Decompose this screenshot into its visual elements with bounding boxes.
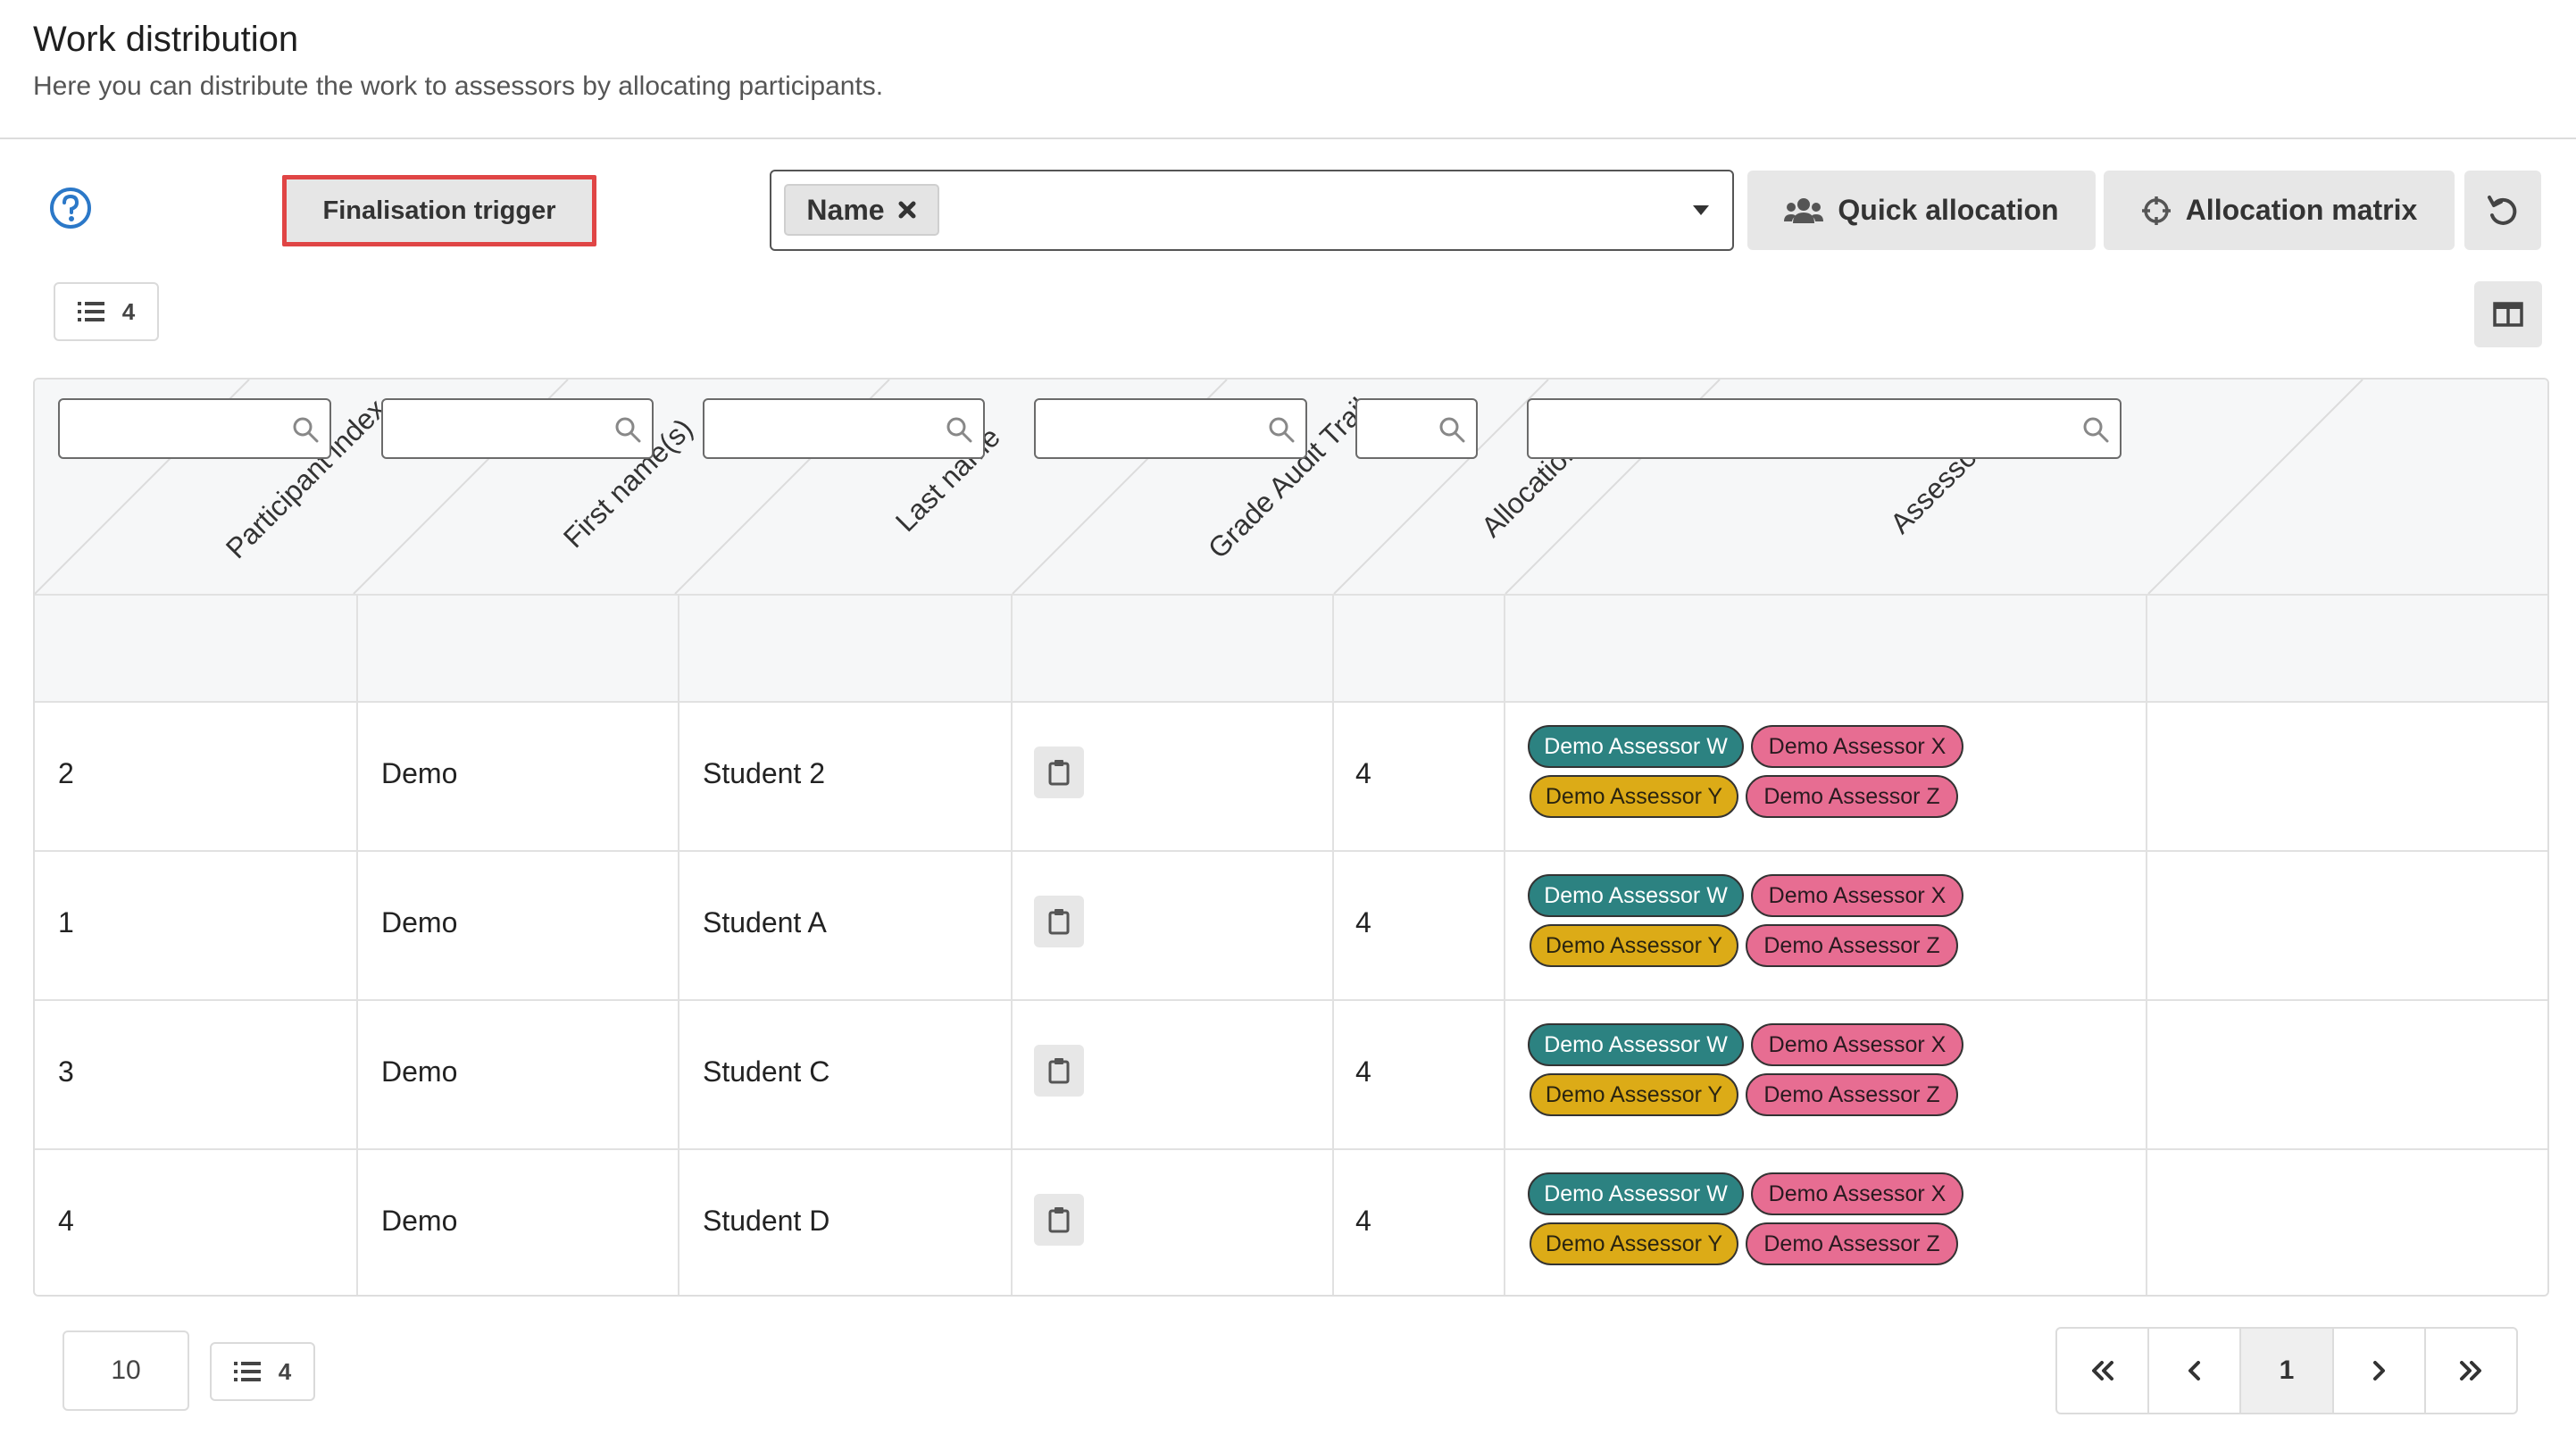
users-icon xyxy=(1784,197,1824,223)
column-divider xyxy=(1011,594,1013,1295)
filter-input-assessors[interactable] xyxy=(1527,398,2122,459)
row-count-value: 4 xyxy=(278,1357,292,1385)
column-divider xyxy=(1332,594,1334,1295)
finalisation-trigger-label: Finalisation trigger xyxy=(322,196,556,225)
columns-icon xyxy=(2493,302,2523,327)
row-count-badge-footer: 4 xyxy=(210,1342,315,1401)
prev-page-icon xyxy=(2188,1361,2200,1380)
crosshair-icon xyxy=(2141,196,2171,225)
cell-last-name: Student D xyxy=(703,1205,830,1237)
assessor-chip-w[interactable]: Demo Assessor W xyxy=(1528,1172,1744,1215)
cell-first-name: Demo xyxy=(381,906,458,938)
row-count-value: 4 xyxy=(121,297,136,325)
search-icon xyxy=(2083,417,2109,443)
page-button-current[interactable]: 1 xyxy=(2241,1329,2334,1413)
grade-audit-trail-button[interactable] xyxy=(1034,1045,1084,1097)
cell-allocations: 4 xyxy=(1355,757,1371,789)
assessor-chip-z[interactable]: Demo Assessor Z xyxy=(1746,1222,1958,1265)
assessor-chip-y[interactable]: Demo Assessor Y xyxy=(1530,1222,1738,1265)
clipboard-icon xyxy=(1048,909,1070,935)
participants-table xyxy=(33,378,2549,1297)
assessor-chip-x[interactable]: Demo Assessor X xyxy=(1751,1172,1963,1215)
assessor-chip-w[interactable]: Demo Assessor W xyxy=(1528,874,1744,917)
filter-input-participant-index[interactable] xyxy=(58,398,331,459)
next-page-button[interactable] xyxy=(2334,1329,2426,1413)
pagination: 1 xyxy=(2055,1327,2518,1414)
cell-first-name: Demo xyxy=(381,757,458,789)
cell-participant-index: 3 xyxy=(58,1055,74,1088)
cell-allocations: 4 xyxy=(1355,1205,1371,1237)
cell-allocations: 4 xyxy=(1355,906,1371,938)
clipboard-icon xyxy=(1048,1207,1070,1233)
column-divider xyxy=(2146,594,2147,1295)
list-icon xyxy=(77,302,104,321)
filter-input-grade-audit-trail[interactable] xyxy=(1034,398,1307,459)
grade-audit-trail-button[interactable] xyxy=(1034,896,1084,947)
assessor-chip-y[interactable]: Demo Assessor Y xyxy=(1530,775,1738,818)
cell-first-name: Demo xyxy=(381,1055,458,1088)
search-icon xyxy=(946,417,972,443)
page-size-select[interactable]: 10 xyxy=(63,1330,189,1411)
column-divider xyxy=(1504,594,1505,1295)
first-page-button[interactable] xyxy=(2057,1329,2150,1413)
page-header: Work distribution Here you can distribut… xyxy=(0,0,2576,139)
assessor-chip-z[interactable]: Demo Assessor Z xyxy=(1746,775,1958,818)
search-icon xyxy=(615,417,641,443)
grade-audit-trail-button[interactable] xyxy=(1034,1194,1084,1246)
filter-input-allocations[interactable] xyxy=(1355,398,1478,459)
cell-last-name: Student 2 xyxy=(703,757,825,789)
chevron-down-icon[interactable] xyxy=(1693,205,1709,215)
quick-allocation-label: Quick allocation xyxy=(1838,194,2059,226)
assessor-chip-z[interactable]: Demo Assessor Z xyxy=(1746,1073,1958,1116)
column-visibility-button[interactable] xyxy=(2474,281,2542,347)
assessor-chip-y[interactable]: Demo Assessor Y xyxy=(1530,924,1738,967)
assessor-chip-x[interactable]: Demo Assessor X xyxy=(1751,1023,1963,1066)
close-x-icon[interactable] xyxy=(897,200,917,220)
finalisation-trigger-button[interactable]: Finalisation trigger xyxy=(282,175,596,246)
assessor-chip-y[interactable]: Demo Assessor Y xyxy=(1530,1073,1738,1116)
row-count-badge: 4 xyxy=(54,282,159,341)
assessor-chip-x[interactable]: Demo Assessor X xyxy=(1751,874,1963,917)
grade-audit-trail-button[interactable] xyxy=(1034,747,1084,798)
reset-icon xyxy=(2488,195,2517,225)
filter-input-first-names[interactable] xyxy=(381,398,654,459)
page-subtitle: Here you can distribute the work to asse… xyxy=(33,71,884,101)
last-page-button[interactable] xyxy=(2426,1329,2516,1413)
cell-participant-index: 2 xyxy=(58,757,74,789)
allocation-matrix-label: Allocation matrix xyxy=(2185,194,2418,226)
assessor-chip-w[interactable]: Demo Assessor W xyxy=(1528,1023,1744,1066)
filter-row xyxy=(35,594,2547,701)
clipboard-icon xyxy=(1048,760,1070,786)
cell-last-name: Student A xyxy=(703,906,827,938)
cell-last-name: Student C xyxy=(703,1055,830,1088)
next-page-icon xyxy=(2373,1361,2386,1380)
first-page-icon xyxy=(2091,1361,2113,1380)
reset-button[interactable] xyxy=(2464,171,2541,250)
search-icon xyxy=(1269,417,1295,443)
assessor-chip-z[interactable]: Demo Assessor Z xyxy=(1746,924,1958,967)
group-by-select[interactable]: Name xyxy=(770,170,1734,251)
cell-participant-index: 4 xyxy=(58,1205,74,1237)
cell-allocations: 4 xyxy=(1355,1055,1371,1088)
search-icon xyxy=(1439,417,1465,443)
help-circle-icon[interactable] xyxy=(48,186,93,230)
cell-first-name: Demo xyxy=(381,1205,458,1237)
list-icon xyxy=(233,1362,261,1381)
group-tag-label: Name xyxy=(806,193,885,226)
allocation-matrix-button[interactable]: Allocation matrix xyxy=(2104,171,2455,250)
group-tag-name: Name xyxy=(784,184,939,236)
page-title: Work distribution xyxy=(33,20,299,59)
last-page-icon xyxy=(2460,1361,2482,1380)
assessor-chip-x[interactable]: Demo Assessor X xyxy=(1751,725,1963,768)
assessor-chip-w[interactable]: Demo Assessor W xyxy=(1528,725,1744,768)
filter-input-last-name[interactable] xyxy=(703,398,985,459)
quick-allocation-button[interactable]: Quick allocation xyxy=(1747,171,2096,250)
prev-page-button[interactable] xyxy=(2149,1329,2242,1413)
column-divider xyxy=(678,594,679,1295)
search-icon xyxy=(293,417,319,443)
clipboard-icon xyxy=(1048,1058,1070,1084)
column-divider xyxy=(356,594,358,1295)
cell-participant-index: 1 xyxy=(58,906,74,938)
